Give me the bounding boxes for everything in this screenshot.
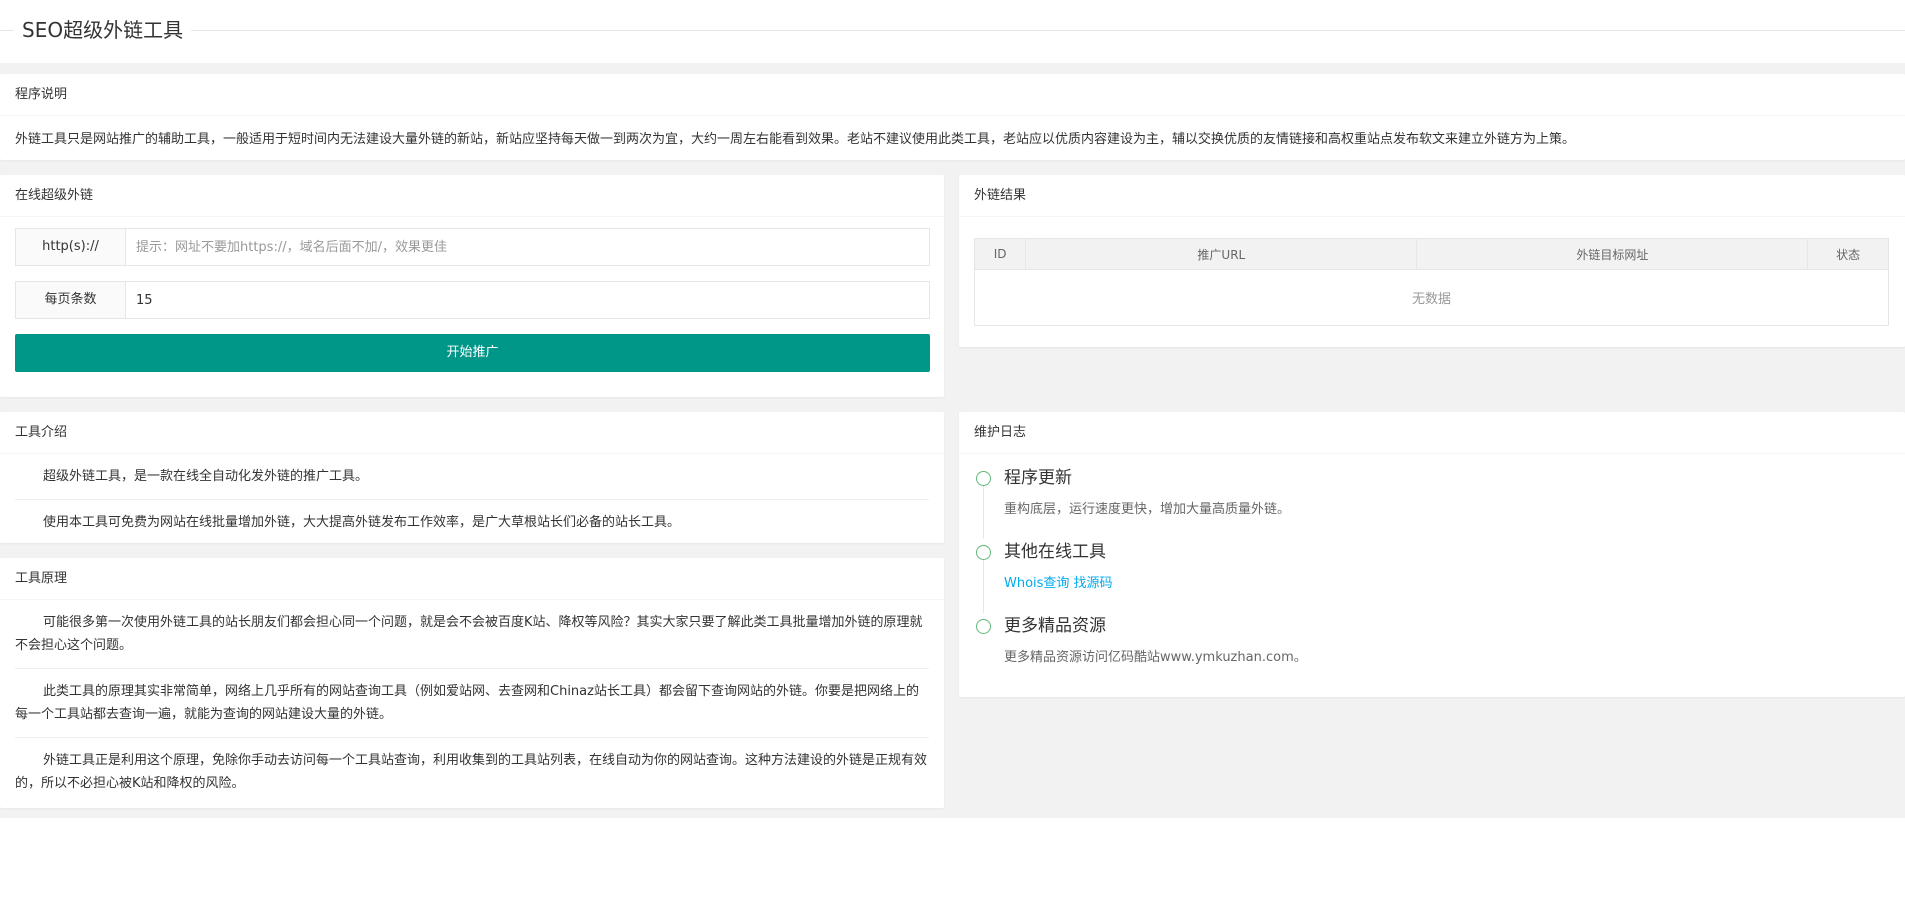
table-header-row: ID 推广URL 外链目标网址 状态 <box>974 238 1889 270</box>
principle-card-title: 工具原理 <box>0 558 944 600</box>
tool-paragraph: 使用本工具可免费为网站在线批量增加外链，大大提高外链发布工作效率，是广大草根站长… <box>43 515 681 530</box>
timeline-item: 其他在线工具 Whois查询 找源码 <box>974 539 1874 613</box>
url-input-group: http(s):// <box>15 228 930 266</box>
result-card-title: 外链结果 <box>959 175 1905 217</box>
col-target-url[interactable]: 外链目标网址 <box>1416 238 1809 270</box>
timeline-title: 程序更新 <box>1004 468 1072 488</box>
maintenance-log-card: 维护日志 程序更新 重构底层，运行速度更快，增加大量高质量外链。 其他在线工具 … <box>959 412 1905 697</box>
table-row: 无数据 <box>975 270 1889 326</box>
result-card: 外链结果 ID 推广URL 外链目标网址 状态 无数据 <box>959 175 1905 347</box>
timeline-item: 更多精品资源 更多精品资源访问亿码酷站www.ymkuzhan.com。 <box>974 613 1874 687</box>
page-title: SEO超级外链工具 <box>14 16 192 44</box>
count-input[interactable] <box>126 282 929 318</box>
url-protocol-label: http(s):// <box>16 229 126 265</box>
tool-card-title: 工具介绍 <box>0 412 944 454</box>
tool-principle-card: 工具原理 可能很多第一次使用外链工具的站长朋友们都会担心同一个问题，就是会不会被… <box>0 558 944 808</box>
timeline-title: 其他在线工具 <box>1004 542 1106 562</box>
timeline-links: Whois查询 找源码 <box>1004 572 1874 596</box>
start-promote-button[interactable]: 开始推广 <box>15 334 930 372</box>
intro-card-title: 程序说明 <box>0 74 1905 116</box>
intro-card: 程序说明 外链工具只是网站推广的辅助工具，一般适用于短时间内无法建设大量外链的新… <box>0 74 1905 160</box>
header-divider <box>0 30 1905 31</box>
find-source-link[interactable]: 找源码 <box>1073 576 1112 591</box>
timeline-desc: 更多精品资源访问亿码酷站www.ymkuzhan.com。 <box>1004 650 1307 665</box>
principle-paragraph: 此类工具的原理其实非常简单，网络上几乎所有的网站查询工具（例如爱站网、去查网和C… <box>15 669 929 738</box>
whois-link[interactable]: Whois查询 <box>1004 576 1069 591</box>
col-id[interactable]: ID <box>974 238 1027 270</box>
url-input[interactable] <box>126 229 929 265</box>
tool-paragraph: 超级外链工具，是一款在线全自动化发外链的推广工具。 <box>15 454 929 500</box>
timeline-connector <box>983 486 984 539</box>
empty-data-text: 无数据 <box>1411 292 1451 307</box>
timeline-dot-icon <box>976 619 991 634</box>
intro-text: 外链工具只是网站推广的辅助工具，一般适用于短时间内无法建设大量外链的新站，新站应… <box>15 132 1576 147</box>
col-status[interactable]: 状态 <box>1807 238 1889 270</box>
timeline-connector <box>983 560 984 613</box>
log-card-title: 维护日志 <box>959 412 1905 454</box>
col-promote-url[interactable]: 推广URL <box>1025 238 1418 270</box>
tool-intro-card: 工具介绍 超级外链工具，是一款在线全自动化发外链的推广工具。 使用本工具可免费为… <box>0 412 944 543</box>
timeline-title: 更多精品资源 <box>1004 616 1106 636</box>
principle-paragraph: 外链工具正是利用这个原理，免除你手动去访问每一个工具站查询，利用收集到的工具站列… <box>15 753 928 791</box>
page-header: SEO超级外链工具 <box>0 0 1905 63</box>
timeline-item: 程序更新 重构底层，运行速度更快，增加大量高质量外链。 <box>974 465 1874 539</box>
count-input-group: 每页条数 <box>15 281 930 319</box>
result-table: ID 推广URL 外链目标网址 状态 无数据 <box>974 238 1889 326</box>
online-card-title: 在线超级外链 <box>0 175 944 217</box>
principle-paragraph: 可能很多第一次使用外链工具的站长朋友们都会担心同一个问题，就是会不会被百度K站、… <box>15 600 929 669</box>
timeline-dot-icon <box>976 545 991 560</box>
timeline: 程序更新 重构底层，运行速度更快，增加大量高质量外链。 其他在线工具 Whois… <box>974 465 1874 687</box>
online-link-card: 在线超级外链 http(s):// 每页条数 开始推广 <box>0 175 944 397</box>
timeline-desc: 重构底层，运行速度更快，增加大量高质量外链。 <box>1004 502 1291 517</box>
timeline-dot-icon <box>976 471 991 486</box>
count-label: 每页条数 <box>16 282 126 318</box>
